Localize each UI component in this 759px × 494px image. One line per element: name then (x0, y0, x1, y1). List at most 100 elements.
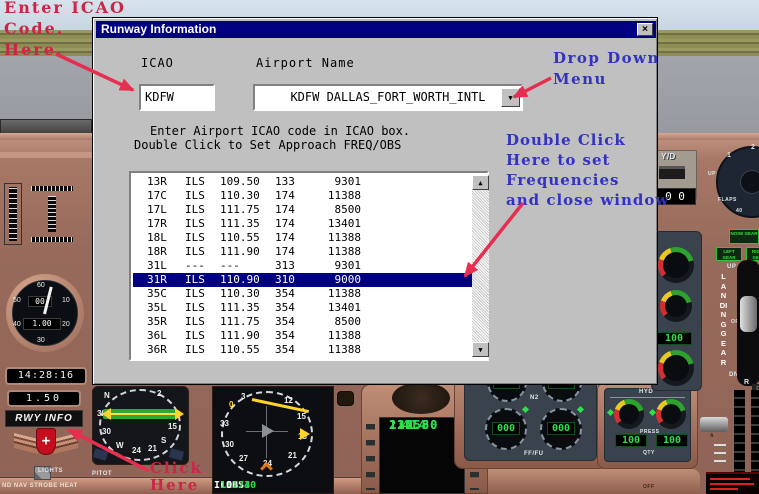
runway-cell: 354 (275, 287, 295, 301)
divider (610, 397, 685, 398)
runway-cell: 13401 (303, 301, 361, 315)
runway-row[interactable]: 36LILS111.9035411388 (133, 329, 472, 343)
runway-cell: 11388 (303, 231, 361, 245)
runway-row[interactable]: 35CILS110.3035411388 (133, 287, 472, 301)
panel-knob[interactable] (337, 391, 354, 406)
runway-row[interactable]: 13RILS109.501339301 (133, 175, 472, 189)
trim-indicator (28, 184, 76, 193)
compass-mark: 21 (148, 444, 157, 453)
flaps-knob-center (740, 170, 759, 194)
runway-cell: 110.30 (220, 287, 260, 301)
annotation-double-click: Double ClickHere to setFrequenciesand cl… (506, 130, 669, 210)
runway-cell: 110.55 (220, 231, 260, 245)
chrono-tick: 20 (62, 321, 70, 328)
airport-name-label: Airport Name (256, 56, 355, 70)
runway-cell: 11388 (303, 343, 361, 357)
icao-input[interactable]: KDFW (139, 84, 215, 111)
lever-handle[interactable] (700, 417, 728, 432)
runway-row[interactable]: 18RILS111.9017411388 (133, 245, 472, 259)
runway-cell: 174 (275, 231, 295, 245)
runway-cell: 354 (275, 315, 295, 329)
runway-cell: 18L (147, 231, 167, 245)
runway-row[interactable]: 35RILS111.753548500 (133, 315, 472, 329)
runway-cell: 36R (147, 343, 167, 357)
airport-name-value: KDFW DALLAS_FORT_WORTH_INTL (290, 90, 485, 104)
runway-cell: 9301 (303, 259, 361, 273)
runway-cell: --- (220, 259, 240, 273)
radio-buttons-left[interactable] (366, 424, 375, 490)
runway-cell: ILS (185, 315, 205, 329)
nav-readout: ILS 110.30 OBS 174 (214, 479, 334, 494)
runway-row[interactable]: 17CILS110.3017411388 (133, 189, 472, 203)
runway-cell: 174 (275, 245, 295, 259)
runway-cell: ILS (185, 189, 205, 203)
trim-indicator (4, 183, 22, 245)
chrono-tick: 60 (37, 282, 45, 289)
radio-frequency: 2245 (380, 418, 422, 433)
obs-value: 174 (232, 479, 250, 493)
runway-cell: 111.90 (220, 245, 260, 259)
runway-cell: ILS (185, 245, 205, 259)
clock-display: 14:28:16 (5, 367, 87, 385)
obs-mark: 0 (229, 400, 233, 409)
annotation-drop-down-menu: Drop DownMenu (553, 48, 660, 90)
scrollbar-track[interactable]: ▲ ▼ (472, 175, 489, 357)
qty-label: QTY (643, 450, 655, 456)
chrono-lower-display: 1.00 (23, 318, 61, 330)
runway-cell: ILS (185, 343, 205, 357)
runway-cell: ILS (185, 329, 205, 343)
runway-cell: 35C (147, 287, 167, 301)
runway-list: 13RILS109.50133930117CILS110.30174113881… (133, 175, 472, 357)
side-gauge (658, 350, 694, 386)
lever-tick (714, 452, 726, 454)
runway-cell: 31R (147, 273, 167, 287)
runway-cell: 313 (275, 259, 295, 273)
annotation-click-here: ClickHere (150, 460, 203, 494)
gps-display (706, 472, 759, 494)
runway-cell: 18R (147, 245, 167, 259)
landing-gear-label: LANDING GEAR (719, 272, 728, 367)
shield-logo-icon: + (36, 428, 56, 455)
runway-row[interactable]: 17LILS111.751748500 (133, 203, 472, 217)
dialog-title-bar[interactable]: Runway Information (96, 21, 656, 38)
runway-cell: 174 (275, 217, 295, 231)
rwy-info-button[interactable]: RWY INFO (5, 410, 83, 427)
scroll-up-button[interactable]: ▲ (472, 175, 489, 190)
runway-cell: 111.75 (220, 203, 260, 217)
runway-row[interactable]: 31L------3139301 (133, 259, 472, 273)
side-gauge-value: 100 (656, 332, 692, 345)
switch-row-label: ND NAV STROBE HEAT (2, 483, 78, 489)
runway-row-selected[interactable]: 31RILS110.903109000 (133, 273, 472, 287)
runway-cell: ILS (185, 203, 205, 217)
gear-lever-handle[interactable] (740, 296, 757, 332)
runway-cell: 109.50 (220, 175, 260, 189)
hyd-right-value: 100 (656, 434, 688, 447)
runway-row[interactable]: 18LILS110.5517411388 (133, 231, 472, 245)
compass-mark: W (116, 441, 124, 450)
obs-mark: 12 (284, 396, 293, 405)
instruction-line-1: Enter Airport ICAO code in ICAO box. (150, 124, 410, 138)
runway-row[interactable]: 17RILS111.3517413401 (133, 217, 472, 231)
dropdown-button[interactable]: ▼ (501, 88, 520, 107)
runway-row[interactable]: 35LILS111.3535413401 (133, 301, 472, 315)
runway-cell: 310 (275, 273, 295, 287)
flight-sim-screen: 60 10 20 30 40 50 00 1.00 14:28:16 1.50 … (0, 0, 759, 494)
flaps-mark: 2 (751, 144, 755, 151)
runway-cell: 111.90 (220, 329, 260, 343)
compass-mark: 15 (168, 422, 177, 431)
runway-cell: ILS (185, 273, 205, 287)
close-button[interactable]: × (637, 23, 653, 36)
runway-row[interactable]: 36RILS110.5535411388 (133, 343, 472, 357)
runway-cell: 354 (275, 329, 295, 343)
pitot-label: PITOT (92, 471, 112, 477)
runway-cell: 174 (275, 189, 295, 203)
lever-tick (714, 460, 726, 462)
airport-name-dropdown[interactable]: KDFW DALLAS_FORT_WORTH_INTL ▼ (253, 84, 523, 111)
trim-indicator (28, 235, 76, 244)
heading-arrow-right (175, 408, 190, 420)
scroll-down-button[interactable]: ▼ (472, 342, 489, 357)
runway-cell: 8500 (303, 203, 361, 217)
chrono-tick: 40 (13, 321, 21, 328)
hyd-label: HYD (639, 389, 653, 395)
nose-gear-light: NOSE GEAR (729, 229, 759, 244)
